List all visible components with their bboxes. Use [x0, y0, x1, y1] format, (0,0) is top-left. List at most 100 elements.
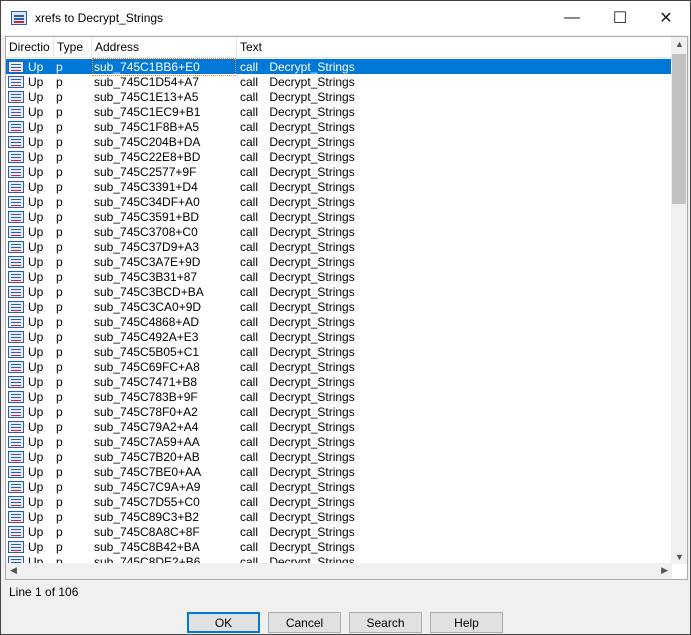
xref-icon [8, 420, 24, 433]
xref-icon [8, 510, 24, 523]
instruction: call [240, 329, 259, 344]
horizontal-scrollbar[interactable]: ◀ ▶ [6, 563, 672, 579]
text-cell: call Decrypt_Strings [237, 135, 672, 149]
maximize-button[interactable]: ☐ [597, 1, 643, 35]
address-cell: sub_745C5B05+C1 [92, 345, 237, 359]
xref-icon [8, 120, 24, 133]
instruction: call [240, 359, 259, 374]
table-row[interactable]: Up p sub_745C3591+BD call Decrypt_String… [6, 209, 672, 224]
type-cell: p [56, 494, 63, 509]
table-row[interactable]: Up p sub_745C69FC+A8 call Decrypt_String… [6, 359, 672, 374]
table-row[interactable]: Up p sub_745C78F0+A2 call Decrypt_String… [6, 404, 672, 419]
xref-icon [8, 150, 24, 163]
table-row[interactable]: Up p sub_745C7B20+AB call Decrypt_String… [6, 449, 672, 464]
help-button[interactable]: Help [430, 612, 503, 633]
address-cell: sub_745C3CA0+9D [92, 300, 237, 314]
column-address[interactable]: Address [92, 37, 237, 57]
table-row[interactable]: Up p sub_745C7C9A+A9 call Decrypt_String… [6, 479, 672, 494]
xref-icon [8, 90, 24, 103]
address-cell: sub_745C7A59+AA [92, 435, 237, 449]
ok-button[interactable]: OK [187, 612, 260, 633]
table-row[interactable]: Up p sub_745C79A2+A4 call Decrypt_String… [6, 419, 672, 434]
table-row[interactable]: Up p sub_745C34DF+A0 call Decrypt_String… [6, 194, 672, 209]
table-row[interactable]: Up p sub_745C3391+D4 call Decrypt_String… [6, 179, 672, 194]
xref-icon [8, 375, 24, 388]
table-row[interactable]: Up p sub_745C1BB6+E0 call Decrypt_String… [6, 57, 672, 76]
table-row[interactable]: Up p sub_745C3CA0+9D call Decrypt_String… [6, 299, 672, 314]
xref-icon [8, 60, 24, 73]
table-row[interactable]: Up p sub_745C492A+E3 call Decrypt_String… [6, 329, 672, 344]
column-type[interactable]: Type [54, 37, 92, 57]
xref-icon [8, 270, 24, 283]
cancel-button[interactable]: Cancel [268, 612, 341, 633]
direction-cell: Up [6, 285, 54, 299]
xref-icon [8, 300, 24, 313]
table-row[interactable]: Up p sub_745C1E13+A5 call Decrypt_String… [6, 89, 672, 104]
instruction: call [240, 89, 259, 104]
table-row[interactable]: Up p sub_745C8A8C+8F call Decrypt_String… [6, 524, 672, 539]
xrefs-dialog: xrefs to Decrypt_Strings — ☐ ✕ Directio … [0, 0, 691, 635]
table-row[interactable]: Up p sub_745C783B+9F call Decrypt_String… [6, 389, 672, 404]
scroll-right-arrow-icon[interactable]: ▶ [661, 565, 668, 576]
direction-value: Up [28, 224, 44, 239]
direction-value: Up [28, 509, 44, 524]
direction-value: Up [28, 434, 44, 449]
address-cell: sub_745C7D55+C0 [92, 495, 237, 509]
type-cell: p [56, 329, 63, 344]
address-value: sub_745C783B+9F [94, 389, 198, 404]
close-button[interactable]: ✕ [643, 1, 689, 35]
minimize-button[interactable]: — [549, 1, 595, 35]
instruction: call [240, 239, 259, 254]
text-cell: call Decrypt_Strings [237, 120, 672, 134]
search-button[interactable]: Search [349, 612, 422, 633]
table-row[interactable]: Up p sub_745C8B42+BA call Decrypt_String… [6, 539, 672, 554]
direction-cell: Up [6, 225, 54, 239]
direction-value: Up [28, 194, 44, 209]
column-direction[interactable]: Directio [6, 37, 54, 57]
table-row[interactable]: Up p sub_745C3A7E+9D call Decrypt_String… [6, 254, 672, 269]
scroll-up-arrow-icon[interactable]: ▲ [675, 39, 684, 49]
type-cell: p [56, 464, 63, 479]
direction-cell: Up [6, 315, 54, 329]
direction-cell: Up [6, 435, 54, 449]
table-row[interactable]: Up p sub_745C1D54+A7 call Decrypt_String… [6, 74, 672, 89]
instruction: call [240, 269, 259, 284]
table-row[interactable]: Up p sub_745C7471+B8 call Decrypt_String… [6, 374, 672, 389]
vertical-scroll-thumb[interactable] [672, 54, 686, 204]
direction-cell: Up [6, 105, 54, 119]
column-text[interactable]: Text [237, 37, 672, 57]
address-value: sub_745C7B20+AB [94, 449, 200, 464]
table-row[interactable]: Up p sub_745C37D9+A3 call Decrypt_String… [6, 239, 672, 254]
table-row[interactable]: Up p sub_745C4868+AD call Decrypt_String… [6, 314, 672, 329]
scroll-down-arrow-icon[interactable]: ▼ [675, 552, 684, 562]
address-cell: sub_745C78F0+A2 [92, 405, 237, 419]
call-target: Decrypt_Strings [269, 404, 355, 419]
table-row[interactable]: Up p sub_745C7A59+AA call Decrypt_String… [6, 434, 672, 449]
instruction: call [240, 59, 259, 74]
address-value: sub_745C8A8C+8F [94, 524, 200, 539]
table-row[interactable]: Up p sub_745C204B+DA call Decrypt_String… [6, 134, 672, 149]
type-cell: p [56, 89, 63, 104]
direction-cell: Up [6, 345, 54, 359]
table-row[interactable]: Up p sub_745C1EC9+B1 call Decrypt_String… [6, 104, 672, 119]
table-row[interactable]: Up p sub_745C7BE0+AA call Decrypt_String… [6, 464, 672, 479]
table-row[interactable]: Up p sub_745C3BCD+BA call Decrypt_String… [6, 284, 672, 299]
table-row[interactable]: Up p sub_745C22E8+BD call Decrypt_String… [6, 149, 672, 164]
instruction: call [240, 434, 259, 449]
direction-cell: Up [6, 60, 54, 74]
call-target: Decrypt_Strings [269, 224, 355, 239]
direction-cell: Up [6, 255, 54, 269]
direction-value: Up [28, 209, 44, 224]
scroll-left-arrow-icon[interactable]: ◀ [10, 565, 17, 576]
type-cell: p [56, 209, 63, 224]
vertical-scrollbar[interactable]: ▲ ▼ [671, 37, 687, 564]
table-row[interactable]: Up p sub_745C2577+9F call Decrypt_String… [6, 164, 672, 179]
table-row[interactable]: Up p sub_745C7D55+C0 call Decrypt_String… [6, 494, 672, 509]
table-row[interactable]: Up p sub_745C89C3+B2 call Decrypt_String… [6, 509, 672, 524]
table-row[interactable]: Up p sub_745C5B05+C1 call Decrypt_String… [6, 344, 672, 359]
table-row[interactable]: Up p sub_745C1F8B+A5 call Decrypt_String… [6, 119, 672, 134]
direction-value: Up [28, 149, 44, 164]
table-row[interactable]: Up p sub_745C3B31+87 call Decrypt_String… [6, 269, 672, 284]
xrefs-list[interactable]: Directio Type Address Text Up p sub_745C… [5, 36, 688, 580]
table-row[interactable]: Up p sub_745C3708+C0 call Decrypt_String… [6, 224, 672, 239]
